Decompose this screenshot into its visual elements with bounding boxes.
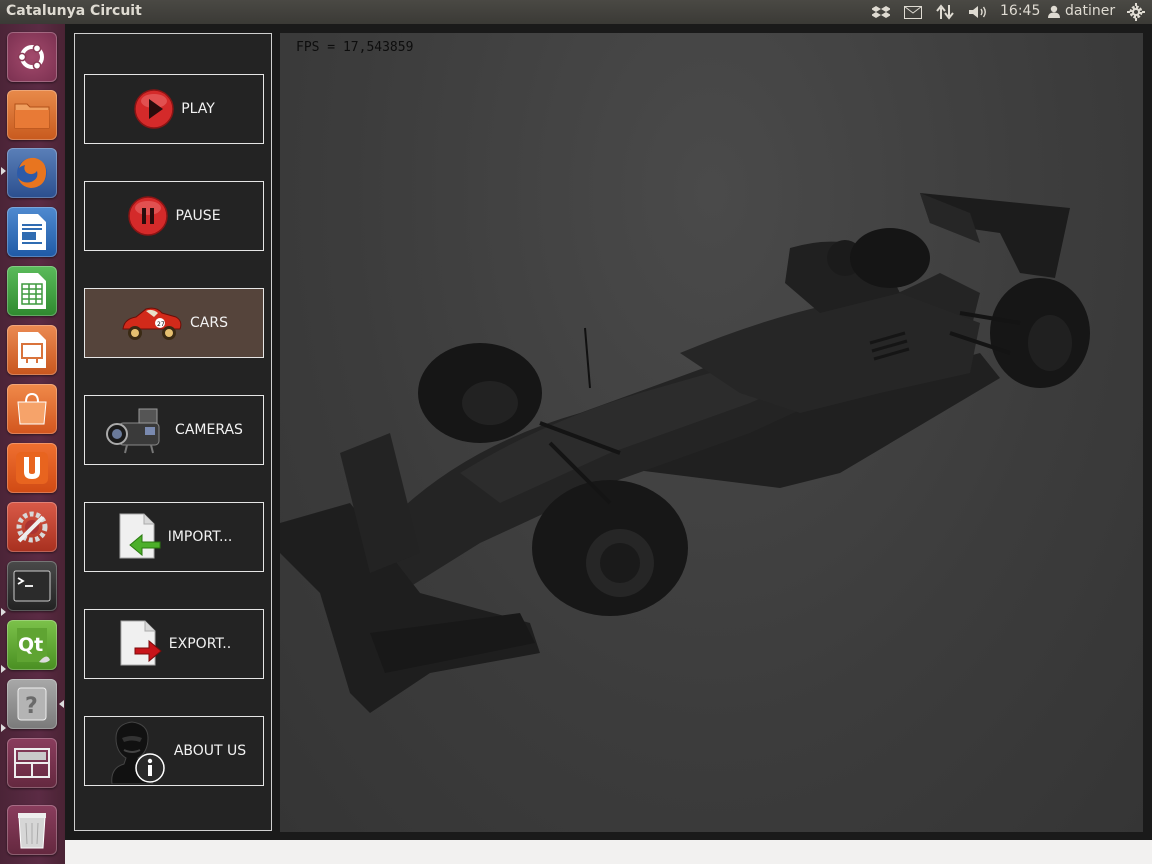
cameras-button[interactable]: CAMERAS: [84, 395, 264, 465]
folder-icon: [14, 103, 50, 129]
export-file-icon: [117, 619, 163, 669]
running-indicator: [1, 608, 6, 616]
ubuntu-one-icon: [16, 452, 48, 484]
window-title: Catalunya Circuit: [6, 3, 142, 19]
launcher: Qt ?: [0, 24, 65, 864]
play-icon: [133, 88, 175, 130]
pause-icon: [127, 195, 169, 237]
cars-label: CARS: [190, 315, 228, 331]
svg-text:27: 27: [157, 321, 165, 328]
clock[interactable]: 16:45: [1000, 3, 1040, 19]
import-label: IMPORT...: [167, 529, 233, 545]
impress-button[interactable]: [7, 325, 57, 375]
3d-viewport[interactable]: FPS = 17,543859: [280, 33, 1143, 832]
settings-wrench-icon: [16, 511, 48, 543]
calc-icon: [18, 273, 46, 309]
volume-icon[interactable]: [966, 0, 990, 24]
workspace-switcher-button[interactable]: [7, 738, 57, 788]
question-icon: ?: [17, 687, 47, 721]
play-button[interactable]: PLAY: [84, 74, 264, 144]
dropbox-icon[interactable]: [870, 0, 892, 24]
system-settings-button[interactable]: [7, 502, 57, 552]
software-center-button[interactable]: [7, 384, 57, 434]
workspace-icon: [14, 748, 50, 778]
trash-icon: [18, 813, 46, 849]
play-label: PLAY: [181, 101, 215, 117]
running-indicator: [1, 724, 6, 732]
gear-icon[interactable]: [1126, 0, 1146, 24]
formula-one-car-model: [280, 193, 1090, 713]
status-bar: [65, 840, 1152, 864]
trash-button[interactable]: [7, 805, 57, 855]
user-icon: [1048, 5, 1060, 18]
pause-label: PAUSE: [175, 208, 221, 224]
export-button[interactable]: EXPORT..: [84, 609, 264, 679]
cameras-label: CAMERAS: [175, 422, 243, 438]
top-panel: Catalunya Circuit 16:45 datiner: [0, 0, 1152, 24]
qt-creator-button[interactable]: Qt: [7, 620, 57, 670]
qt-icon: Qt: [17, 628, 50, 663]
firefox-icon: [17, 157, 47, 188]
user-name: datiner: [1065, 3, 1116, 19]
pause-button[interactable]: PAUSE: [84, 181, 264, 251]
svg-text:?: ?: [25, 694, 38, 719]
about-us-button[interactable]: ABOUT US: [84, 716, 264, 786]
terminal-button[interactable]: [7, 561, 57, 611]
anonymous-info-icon: [102, 718, 168, 784]
calc-button[interactable]: [7, 266, 57, 316]
focused-indicator: [59, 700, 64, 708]
firefox-button[interactable]: [7, 148, 57, 198]
about-us-label: ABOUT US: [173, 743, 247, 759]
running-indicator: [1, 665, 6, 673]
writer-icon: [18, 214, 46, 250]
shopping-bag-icon: [17, 392, 47, 425]
user-menu[interactable]: datiner: [1048, 3, 1115, 19]
cars-button[interactable]: 27 CARS: [84, 288, 264, 358]
svg-text:Qt: Qt: [18, 634, 43, 656]
impress-icon: [18, 332, 46, 368]
files-button[interactable]: [7, 90, 57, 140]
terminal-icon: [13, 570, 51, 602]
writer-button[interactable]: [7, 207, 57, 257]
running-indicator: [1, 167, 6, 175]
export-label: EXPORT..: [168, 636, 232, 652]
video-camera-icon: [105, 405, 169, 455]
import-file-icon: [116, 512, 162, 562]
unknown-app-button[interactable]: ?: [7, 679, 57, 729]
network-icon[interactable]: [934, 0, 956, 24]
mail-icon[interactable]: [902, 0, 924, 24]
ubuntu-logo-icon: [17, 44, 44, 70]
toy-car-icon: 27: [120, 301, 184, 345]
ubuntu-one-button[interactable]: [7, 443, 57, 493]
ubuntu-dash-button[interactable]: [7, 32, 57, 82]
import-button[interactable]: IMPORT...: [84, 502, 264, 572]
